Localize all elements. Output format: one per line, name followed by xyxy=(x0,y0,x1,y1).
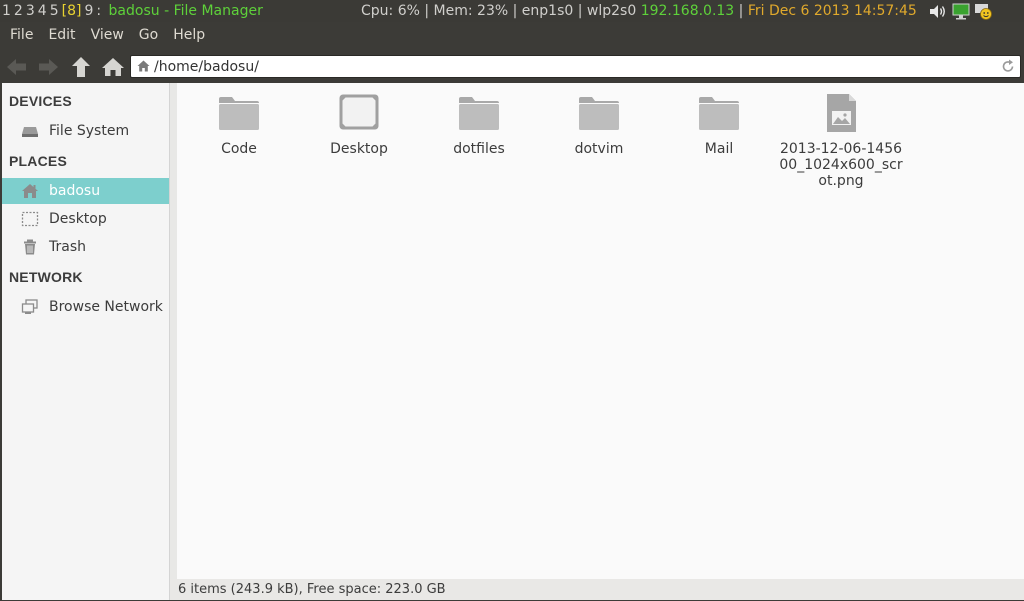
file-item-dotfiles[interactable]: dotfiles xyxy=(419,93,539,157)
home-icon xyxy=(137,60,150,72)
file-item-code[interactable]: Code xyxy=(179,93,299,157)
system-monitor: Cpu: 6% | Mem: 23% | enp1s0 | wlp2s0 192… xyxy=(361,0,917,22)
forward-button[interactable] xyxy=(35,56,61,78)
sidebar-header-places: PLACES xyxy=(9,153,67,169)
arrow-right-icon xyxy=(39,59,58,75)
statusbar: 6 items (243.9 kB), Free space: 223.0 GB xyxy=(170,579,1024,600)
clock: Fri Dec 6 2013 14:57:45 xyxy=(747,3,917,19)
sidebar-item-file-system[interactable]: File System xyxy=(2,118,169,144)
network-icon xyxy=(21,299,38,314)
ws-separator: : xyxy=(96,3,102,19)
menu-bar: File Edit View Go Help xyxy=(0,22,1024,49)
pane-divider[interactable] xyxy=(170,83,177,600)
folder-icon xyxy=(459,97,499,130)
folder-icon xyxy=(579,97,619,130)
sidebar-item-badosu[interactable]: badosu xyxy=(2,178,169,204)
workspace-9[interactable]: 9 xyxy=(84,3,93,19)
workspace-3[interactable]: 3 xyxy=(26,3,35,19)
desktop-folder-icon xyxy=(339,94,379,130)
folder-icon xyxy=(219,97,259,130)
cpu-usage: Cpu: 6% xyxy=(361,3,420,19)
sep-3: | xyxy=(577,3,583,19)
sidebar-item-label: badosu xyxy=(49,183,101,199)
volume-icon[interactable] xyxy=(928,3,948,20)
back-button[interactable] xyxy=(4,56,30,78)
folder-icon xyxy=(699,97,739,130)
file-item-mail[interactable]: Mail xyxy=(659,93,779,157)
file-name: Code xyxy=(221,141,257,157)
workspace-1[interactable]: 1 xyxy=(2,3,11,19)
trash-icon xyxy=(24,239,36,255)
workspace-2[interactable]: 2 xyxy=(14,3,23,19)
harddisk-icon xyxy=(22,127,38,137)
sidebar-header-devices: DEVICES xyxy=(9,93,72,109)
file-name: Desktop xyxy=(330,141,388,157)
file-item-screenshot-png[interactable]: 2013-12-06-145600_1024x600_scrot.png xyxy=(779,93,903,189)
up-button[interactable] xyxy=(68,56,94,78)
workspace-5[interactable]: 5 xyxy=(50,3,59,19)
menu-go[interactable]: Go xyxy=(134,22,163,49)
path-input[interactable] xyxy=(154,57,974,76)
sep-1: | xyxy=(424,3,430,19)
location-bar[interactable] xyxy=(130,55,1021,78)
desktop-icon xyxy=(21,211,39,227)
workspace-8-active[interactable]: [8] xyxy=(62,3,82,19)
workspace-4[interactable]: 4 xyxy=(38,3,47,19)
net-interface-2: wlp2s0 xyxy=(586,3,637,19)
workspace-switcher: 1 2 3 4 5 [8] 9: badosu - File Manager xyxy=(2,0,266,22)
menu-edit[interactable]: Edit xyxy=(43,22,80,49)
sidebar-item-desktop[interactable]: Desktop xyxy=(2,206,169,232)
file-name: dotvim xyxy=(574,141,624,157)
sidebar: DEVICES File System PLACES badosu Deskto… xyxy=(2,83,170,600)
sidebar-item-browse-network[interactable]: Browse Network xyxy=(2,294,169,320)
image-file-icon xyxy=(827,94,856,132)
messenger-tray-icon[interactable] xyxy=(974,3,994,20)
network-tray-icon[interactable] xyxy=(952,3,972,20)
sidebar-item-trash[interactable]: Trash xyxy=(2,234,169,260)
menu-file[interactable]: File xyxy=(5,22,38,49)
home-icon xyxy=(102,58,124,76)
file-item-dotvim[interactable]: dotvim xyxy=(539,93,659,157)
file-name: Mail xyxy=(704,141,734,157)
arrow-left-icon xyxy=(7,59,26,75)
file-name: dotfiles xyxy=(453,141,505,157)
menu-view[interactable]: View xyxy=(86,22,129,49)
file-view: Code Desktop dotfiles dotvim Mail 2013-1… xyxy=(177,83,1024,579)
mem-usage: Mem: 23% xyxy=(433,3,509,19)
status-text: 6 items (243.9 kB), Free space: 223.0 GB xyxy=(178,582,446,597)
home-icon xyxy=(22,184,38,198)
ip-address: 192.168.0.13 xyxy=(640,3,735,19)
sep-4: | xyxy=(738,3,744,19)
net-interface-1: enp1s0 xyxy=(521,3,574,19)
file-item-desktop[interactable]: Desktop xyxy=(299,93,419,157)
sidebar-item-label: Browse Network xyxy=(49,299,163,315)
sep-2: | xyxy=(512,3,518,19)
arrow-up-icon xyxy=(72,57,90,77)
system-status-bar: 1 2 3 4 5 [8] 9: badosu - File Manager Cpu: 6%… xyxy=(0,0,1024,22)
file-name: 2013-12-06-145600_1024x600_scrot.png xyxy=(779,141,903,189)
sidebar-header-network: NETWORK xyxy=(9,269,83,285)
sidebar-item-label: Trash xyxy=(49,239,86,255)
sidebar-item-label: Desktop xyxy=(49,211,107,227)
sidebar-item-label: File System xyxy=(49,123,130,139)
menu-help[interactable]: Help xyxy=(168,22,210,49)
reload-icon[interactable] xyxy=(1001,59,1015,74)
window-title: badosu - File Manager xyxy=(108,3,263,19)
home-button[interactable] xyxy=(100,56,126,78)
